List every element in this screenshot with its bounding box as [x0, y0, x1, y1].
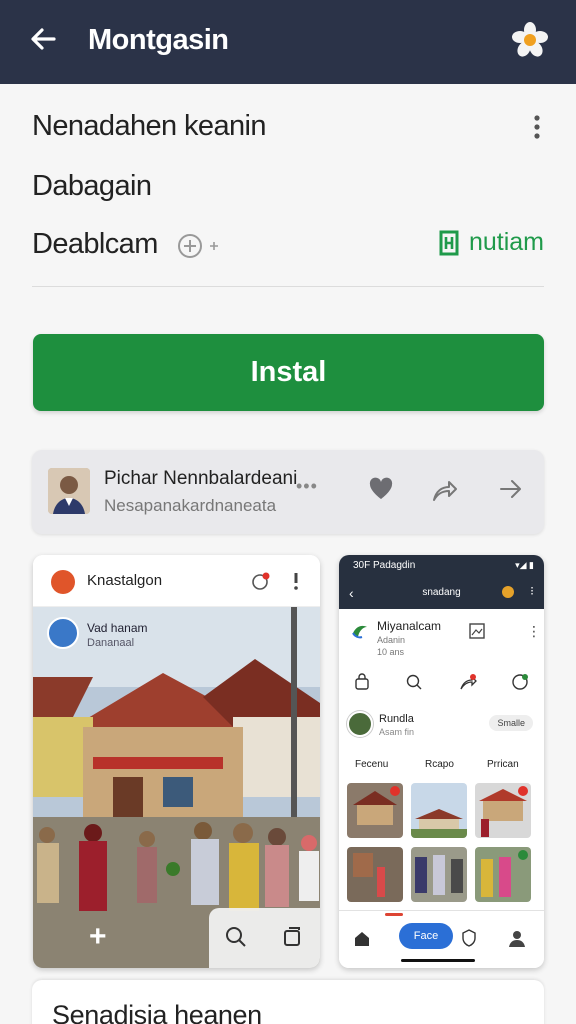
- app-logo-icon: [51, 570, 75, 594]
- add-plus: +: [89, 920, 107, 953]
- user-row: Rundla Asam fin Smalle: [347, 711, 537, 743]
- post-subtitle: Dananaal: [87, 637, 135, 649]
- profile-icon: [507, 928, 527, 948]
- divider: [32, 286, 544, 287]
- screenshot-2[interactable]: 30F Padagdin ▾◢ ▮ ‹ snadang ⁝ Miyanalcam…: [339, 555, 544, 968]
- brand-logo-icon: [439, 230, 459, 255]
- screenshot-header: Knastalgon: [33, 555, 320, 607]
- nav-pill: Face: [399, 923, 453, 949]
- profile-line3: 10 ans: [377, 647, 405, 657]
- developer-card[interactable]: Pichar Nennbalardeani Nesapanakardnaneat…: [32, 450, 544, 534]
- shield-icon: [461, 929, 477, 947]
- tab-1: Rcapo: [425, 759, 454, 770]
- grid-photo: [411, 847, 467, 902]
- share-icon[interactable]: [430, 476, 458, 504]
- arrow-right-icon[interactable]: [498, 476, 524, 502]
- screenshot-bottom-nav: Face: [339, 910, 544, 968]
- flower-icon[interactable]: [510, 20, 550, 60]
- grid-photo: [411, 783, 467, 838]
- grid-photo: [475, 783, 531, 838]
- app-name: Nenadahen keanin: [32, 110, 266, 142]
- kebab-icon: ⋮: [527, 623, 541, 639]
- status-icons: ▾◢ ▮: [515, 560, 534, 570]
- screenshot-bottom-bar: +: [33, 908, 320, 968]
- star-icon: [502, 586, 514, 598]
- back-arrow-icon[interactable]: [26, 22, 60, 56]
- more-options-icon[interactable]: [530, 114, 544, 140]
- screenshot-title: Knastalgon: [87, 572, 163, 589]
- copy-icon: [281, 926, 303, 948]
- search-icon: [405, 673, 423, 691]
- screenshot-1[interactable]: Knastalgon Vad hanam Dananaal +: [33, 555, 320, 968]
- more-icon: ⁝: [530, 584, 534, 598]
- app-bar: Montgasin: [0, 0, 576, 84]
- action-row: [353, 673, 533, 697]
- brand-badge: nutiam: [437, 228, 544, 257]
- developer-avatar: [48, 468, 90, 514]
- developer-subtitle: Nesapanakardnaneata: [104, 496, 277, 515]
- about-heading: Senadisia heanen: [52, 1000, 262, 1024]
- bag-icon: [353, 673, 371, 691]
- profile-name: Miyanalcam: [377, 619, 442, 633]
- photo-grid: [347, 783, 537, 907]
- info-icon: [291, 571, 301, 591]
- grid-photo: [347, 847, 403, 902]
- home-indicator: [401, 959, 475, 962]
- heart-icon[interactable]: [368, 476, 394, 502]
- screenshot-nav: ‹ snadang ⁝: [339, 577, 544, 609]
- profile-line2: Adanin: [377, 635, 406, 645]
- grid-photo: [347, 783, 403, 838]
- profile-block: Miyanalcam Adanin 10 ans ⋮: [349, 619, 541, 663]
- notification-icon: [251, 571, 271, 591]
- indicator: [385, 913, 403, 916]
- screenshot-tabs: Fecenu Rcapo Prrican: [339, 757, 544, 777]
- user-subtitle: Asam fin: [379, 727, 415, 737]
- home-icon: [353, 929, 371, 947]
- send-icon: [459, 673, 477, 691]
- tab-2: Prrican: [487, 759, 519, 770]
- app-bar-title: Montgasin: [88, 24, 229, 56]
- leaf-logo-icon: [351, 623, 369, 641]
- install-button[interactable]: Instal: [33, 334, 544, 411]
- photo-icon: [469, 623, 485, 639]
- tab-0: Fecenu: [355, 759, 389, 770]
- user-avatar: [347, 711, 373, 737]
- app-category: Dabagain: [32, 170, 152, 202]
- developer-name: Pichar Nennbalardeani: [104, 468, 298, 489]
- add-plus-icon[interactable]: [176, 231, 224, 261]
- status-bar: 30F Padagdin ▾◢ ▮: [339, 555, 544, 577]
- about-section[interactable]: Senadisia heanen: [32, 980, 544, 1024]
- follow-chip: Smalle: [489, 715, 533, 731]
- user-name: Rundla: [379, 713, 414, 725]
- app-meta: Deablcam: [32, 228, 158, 260]
- status-text: 30F Padagdin: [353, 560, 416, 571]
- more-dots[interactable]: •••: [296, 476, 318, 497]
- brand-name: nutiam: [468, 228, 544, 256]
- search-icon: [225, 926, 247, 948]
- post-avatar: [47, 617, 79, 649]
- grid-photo: [475, 847, 531, 902]
- post-user: Vad hanam: [87, 621, 148, 635]
- action-tray: [209, 908, 320, 968]
- app-info: Nenadahen keanin Dabagain Deablcam nutia…: [32, 100, 544, 290]
- emoji-icon: [511, 673, 529, 691]
